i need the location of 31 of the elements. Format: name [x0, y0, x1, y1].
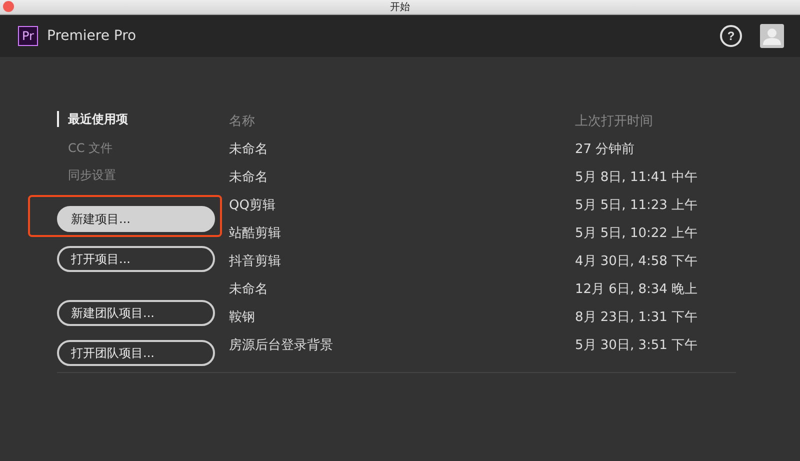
table-cell-text: 鞍钢: [229, 309, 256, 326]
table-cell-text: 4月 30日, 4:58 下午: [575, 253, 698, 270]
action-button[interactable]: 新建项目...: [57, 206, 215, 232]
table-cell-text: 5月 5日, 10:22 上午: [575, 225, 698, 242]
table-cell-text: 12月 6日, 8:34 晚上: [575, 281, 698, 298]
table-cell-text: 8月 23日, 1:31 下午: [575, 309, 698, 326]
app-logo: Pr: [18, 26, 38, 46]
table-cell-text: 27 分钟前: [575, 141, 635, 158]
table-cell-text: 5月 5日, 11:23 上午: [575, 197, 698, 214]
action-button[interactable]: 打开项目...: [57, 246, 215, 272]
column-header: 名称: [229, 113, 256, 130]
action-button[interactable]: 打开团队项目...: [57, 340, 215, 366]
table-cell-text: 站酷剪辑: [229, 225, 282, 242]
table-cell-text: 未命名: [229, 169, 269, 186]
table-cell-text: 房源后台登录背景: [229, 337, 334, 354]
table-cell-text: 5月 8日, 11:41 中午: [575, 169, 698, 186]
window-title: 开始: [390, 1, 410, 14]
close-button[interactable]: [3, 1, 14, 12]
table-cell-text: QQ剪辑: [229, 197, 276, 214]
table-cell-text: 未命名: [229, 281, 269, 298]
app-name: Premiere Pro: [47, 28, 136, 44]
action-button[interactable]: 新建团队项目...: [57, 300, 215, 326]
column-header: 上次打开时间: [575, 113, 653, 130]
sidebar-item[interactable]: 最近使用项: [57, 111, 128, 127]
help-button[interactable]: ?: [720, 25, 742, 47]
sidebar-item[interactable]: CC 文件: [57, 138, 113, 165]
avatar-icon[interactable]: [760, 24, 784, 48]
sidebar-item[interactable]: 同步设置: [57, 165, 116, 192]
table-cell-text: 未命名: [229, 141, 269, 158]
table-cell-text: 抖音剪辑: [229, 253, 282, 270]
table-cell-text: 5月 30日, 3:51 下午: [575, 337, 698, 354]
